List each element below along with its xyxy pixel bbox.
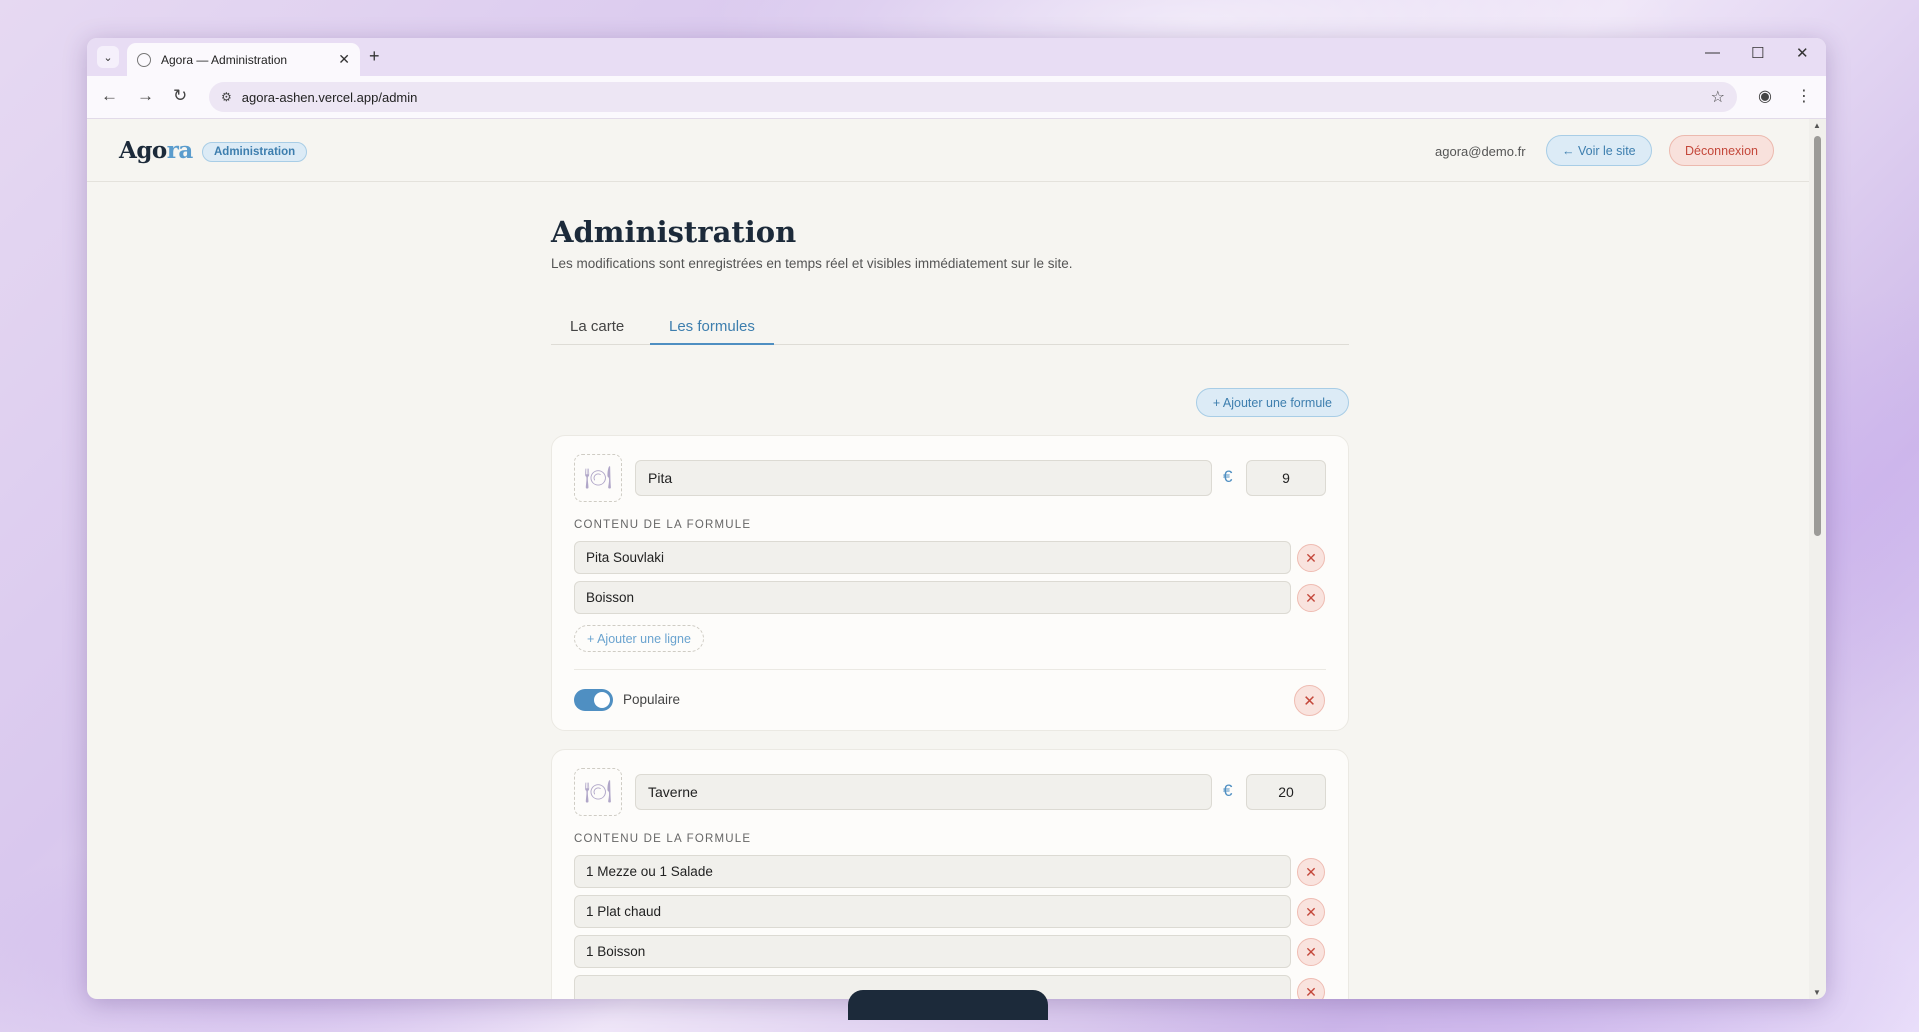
- currency-symbol: €: [1223, 467, 1233, 486]
- delete-formula-button[interactable]: ✕: [1294, 685, 1325, 716]
- view-site-button[interactable]: ← Voir le site: [1546, 135, 1652, 166]
- formula-line-input[interactable]: Boisson: [574, 581, 1291, 614]
- scroll-up-icon[interactable]: ▲: [1813, 121, 1821, 130]
- site-header: Agora Administration agora@demo.fr ← Voi…: [87, 119, 1809, 182]
- tab-la-carte[interactable]: La carte: [551, 308, 643, 345]
- scrollbar[interactable]: ▲ ▼: [1809, 119, 1826, 999]
- admin-main: Administration Les modifications sont en…: [551, 215, 1349, 999]
- tab-les-formules[interactable]: Les formules: [650, 308, 774, 345]
- minimize-button[interactable]: —: [1705, 44, 1720, 61]
- user-email: agora@demo.fr: [1435, 144, 1526, 159]
- scroll-down-icon[interactable]: ▼: [1813, 988, 1821, 997]
- close-icon[interactable]: ✕: [1297, 584, 1325, 612]
- globe-icon: [137, 52, 151, 67]
- logo[interactable]: Agora: [119, 137, 193, 164]
- plate-icon[interactable]: 🍽: [574, 454, 622, 502]
- tab-search-button[interactable]: ⌄: [97, 46, 119, 68]
- formula-name-input[interactable]: Pita: [635, 460, 1212, 496]
- profile-icon[interactable]: ◉: [1758, 86, 1772, 106]
- tab-title: Agora — Administration: [161, 52, 288, 67]
- close-icon[interactable]: ✕: [1297, 978, 1325, 999]
- formula-price-input[interactable]: 9: [1246, 460, 1326, 496]
- menu-kebab-icon[interactable]: ⋮: [1796, 86, 1812, 106]
- floating-bar[interactable]: [848, 990, 1048, 1020]
- bookmark-star-icon[interactable]: ☆: [1711, 87, 1725, 107]
- formula-line-input[interactable]: 1 Mezze ou 1 Salade: [574, 855, 1291, 888]
- browser-tab[interactable]: Agora — Administration ✕: [127, 43, 360, 76]
- formula-name-input[interactable]: Taverne: [635, 774, 1212, 810]
- close-icon[interactable]: ✕: [1297, 858, 1325, 886]
- new-tab-button[interactable]: +: [369, 46, 380, 67]
- formula-price-input[interactable]: 20: [1246, 774, 1326, 810]
- close-icon[interactable]: ✕: [1297, 544, 1325, 572]
- divider: [574, 669, 1326, 670]
- close-icon[interactable]: ✕: [1297, 898, 1325, 926]
- add-formula-button[interactable]: + Ajouter une formule: [1195, 388, 1349, 417]
- formula-line-input[interactable]: 1 Boisson: [574, 935, 1291, 968]
- reload-button[interactable]: ↻: [173, 86, 187, 106]
- popular-toggle[interactable]: [574, 689, 613, 711]
- close-window-button[interactable]: ✕: [1796, 44, 1809, 62]
- site-info-icon[interactable]: ⚙: [221, 90, 232, 104]
- maximize-button[interactable]: ☐: [1751, 44, 1764, 62]
- page-subtitle: Les modifications sont enregistrées en t…: [551, 256, 1073, 271]
- logo-accent: ra: [166, 137, 194, 164]
- page-title: Administration: [551, 215, 797, 249]
- content-label: CONTENU DE LA FORMULE: [574, 833, 752, 845]
- logo-text: Ago: [119, 137, 167, 164]
- currency-symbol: €: [1223, 781, 1233, 800]
- browser-window: ⌄ Agora — Administration ✕ + — ☐ ✕ ← → ↻…: [87, 38, 1826, 999]
- add-line-button[interactable]: + Ajouter une ligne: [574, 625, 704, 652]
- scrollbar-thumb[interactable]: [1814, 136, 1821, 536]
- tab-strip: ⌄ Agora — Administration ✕ + — ☐ ✕: [87, 38, 1826, 76]
- forward-button[interactable]: →: [137, 86, 154, 106]
- content-label: CONTENU DE LA FORMULE: [574, 519, 752, 531]
- close-icon[interactable]: ✕: [1297, 938, 1325, 966]
- page-viewport: Agora Administration agora@demo.fr ← Voi…: [87, 119, 1809, 999]
- formula-line-input[interactable]: Pita Souvlaki: [574, 541, 1291, 574]
- formula-card: 🍽 Pita € 9 CONTENU DE LA FORMULE Pita So…: [551, 435, 1349, 731]
- url-text: agora-ashen.vercel.app/admin: [241, 89, 418, 105]
- popular-label: Populaire: [623, 692, 681, 707]
- tab-close-icon[interactable]: ✕: [338, 51, 350, 68]
- toggle-knob: [594, 692, 610, 708]
- admin-badge: Administration: [202, 142, 308, 162]
- logout-button[interactable]: Déconnexion: [1669, 135, 1774, 166]
- back-button[interactable]: ←: [101, 86, 118, 106]
- plate-icon[interactable]: 🍽: [574, 768, 622, 816]
- formula-line-input[interactable]: 1 Plat chaud: [574, 895, 1291, 928]
- formula-card: 🍽 Taverne € 20 CONTENU DE LA FORMULE 1 M…: [551, 749, 1349, 999]
- address-toolbar: ← → ↻ ⚙ agora-ashen.vercel.app/admin ☆ ◉…: [87, 76, 1826, 119]
- address-bar[interactable]: ⚙ agora-ashen.vercel.app/admin ☆: [209, 82, 1737, 112]
- admin-tabs: La carte Les formules: [551, 308, 1349, 345]
